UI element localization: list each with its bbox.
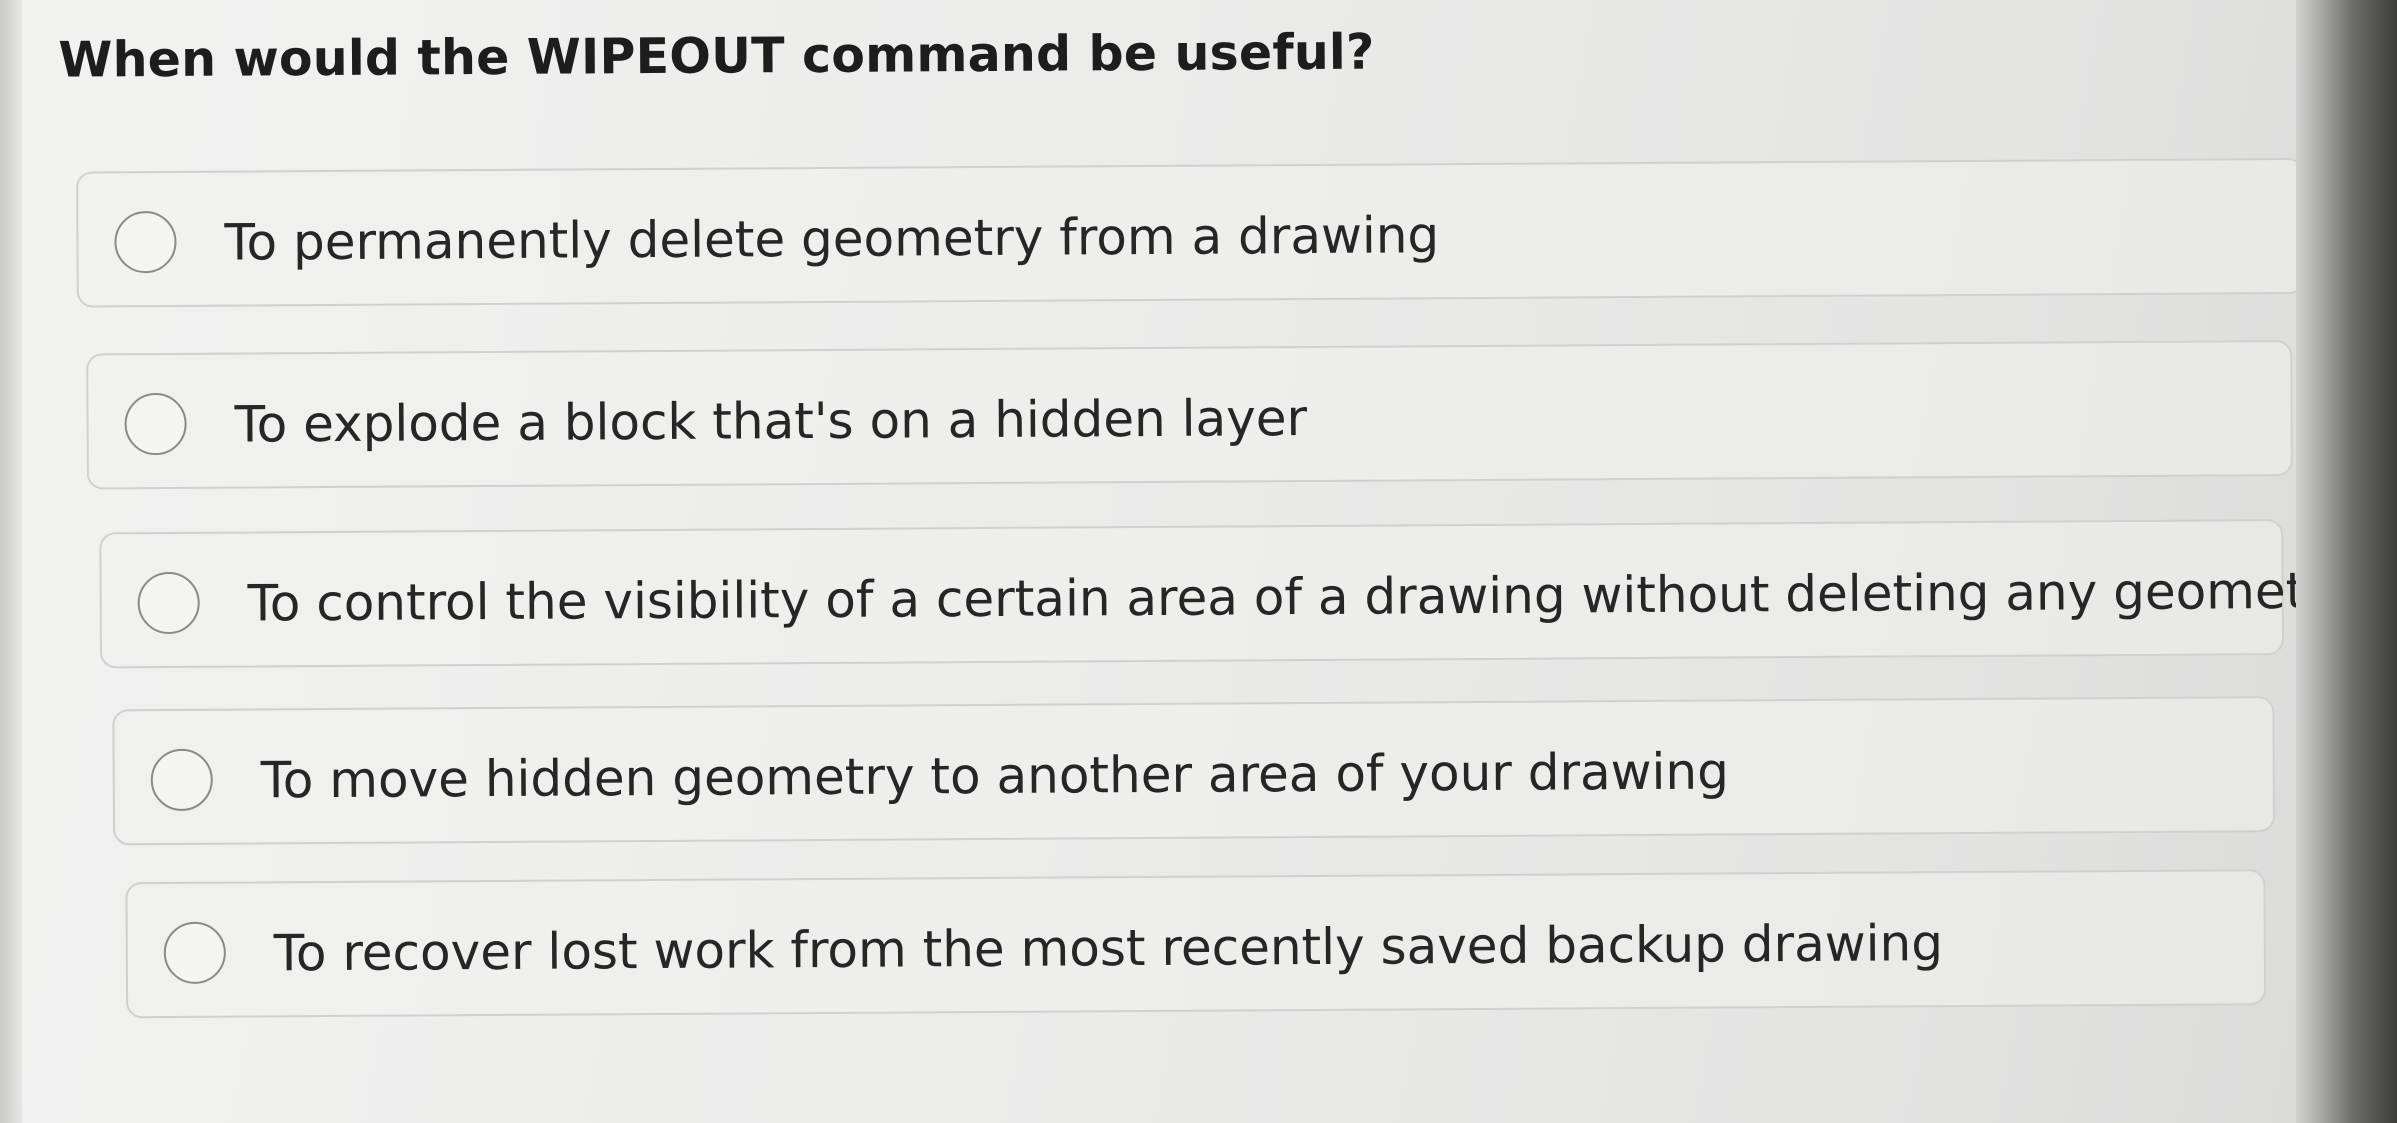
answer-option-4[interactable]: To move hidden geometry to another area …: [112, 696, 2276, 846]
answer-option-2[interactable]: To explode a block that's on a hidden la…: [86, 340, 2293, 490]
radio-button-icon[interactable]: [137, 571, 200, 635]
answer-option-label: To explode a block that's on a hidden la…: [234, 389, 1308, 454]
quiz-screen: When would the WIPEOUT command be useful…: [0, 0, 2397, 1123]
answer-option-3[interactable]: To control the visibility of a certain a…: [99, 519, 2356, 669]
answer-option-label: To control the visibility of a certain a…: [247, 561, 2356, 633]
answer-option-1[interactable]: To permanently delete geometry from a dr…: [76, 157, 2305, 308]
answer-option-5[interactable]: To recover lost work from the most recen…: [125, 869, 2267, 1019]
radio-button-icon[interactable]: [114, 210, 177, 274]
monitor-bezel: [2296, 0, 2397, 1123]
question-text: When would the WIPEOUT command be useful…: [58, 23, 1375, 89]
answer-option-label: To move hidden geometry to another area …: [260, 742, 1730, 810]
radio-button-icon[interactable]: [124, 392, 187, 456]
radio-button-icon[interactable]: [150, 748, 213, 812]
quiz-content: When would the WIPEOUT command be useful…: [0, 0, 2356, 1123]
answer-option-label: To recover lost work from the most recen…: [273, 914, 1944, 983]
answer-option-label: To permanently delete geometry from a dr…: [224, 206, 1440, 272]
radio-button-icon[interactable]: [163, 921, 227, 985]
